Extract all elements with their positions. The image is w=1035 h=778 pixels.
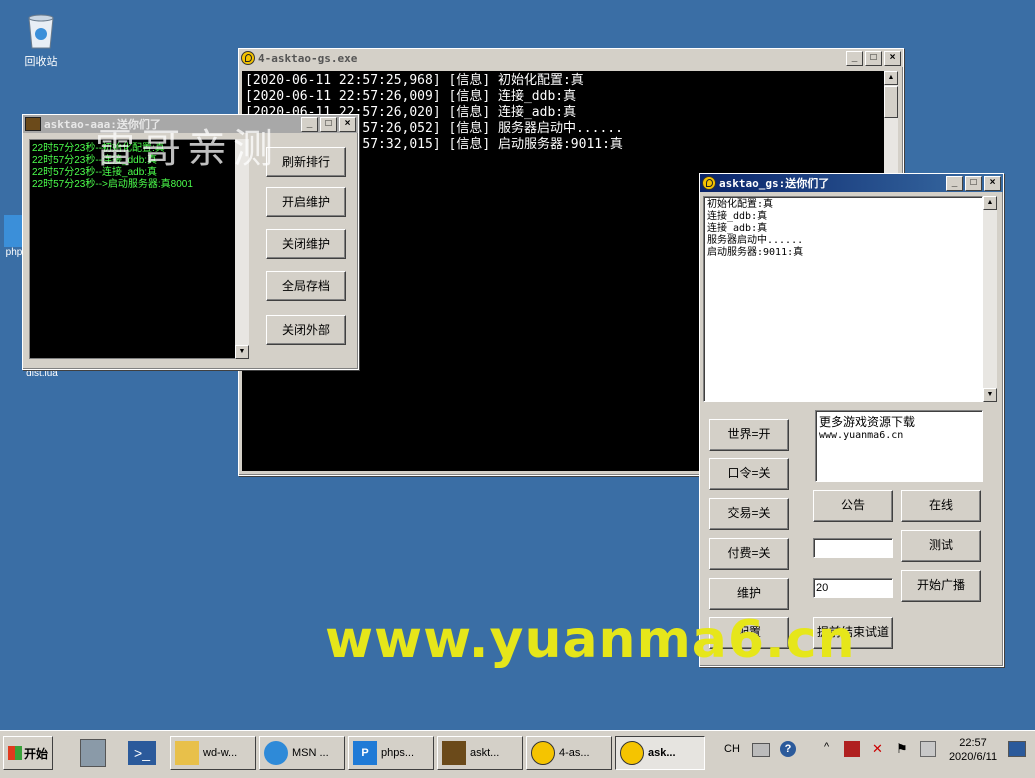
taskbar-item-label: phps... [381, 747, 415, 759]
notice-line: 更多游戏资源下载 [819, 415, 916, 429]
gs-log-line: 服务器启动中...... [707, 235, 804, 246]
recycle-bin-label: 回收站 [24, 56, 58, 68]
taskbar-item-asktao-aaa[interactable]: askt... [437, 736, 523, 770]
console-title: 4-asktao-gs.exe [258, 51, 358, 65]
online-button[interactable]: 在线 [901, 490, 981, 522]
taskbar-item-label: 4-as... [559, 747, 590, 759]
taskbar-item-label: wd-w... [203, 747, 238, 759]
world-toggle-button[interactable]: 世界=开 [709, 419, 789, 451]
folder-icon [175, 741, 199, 765]
powershell-icon[interactable]: >_ [128, 741, 156, 765]
start-button[interactable]: 开始 [3, 736, 53, 770]
console-line: [2020-06-11 22:57:25,968] [信息] 初始化配置:真 [245, 73, 584, 88]
watermark-overlay-text: 雷哥亲测 [95, 126, 279, 172]
enable-maintenance-button[interactable]: 开启维护 [266, 187, 346, 217]
minimize-button[interactable]: _ [946, 175, 963, 191]
network-icon[interactable] [920, 741, 936, 757]
file-icon [4, 215, 24, 247]
tray-expand-icon[interactable]: ^ [824, 741, 829, 753]
gs-log-line: 连接_ddb:真 [707, 211, 768, 222]
console-line: [2020-06-11 22:57:26,009] [信息] 连接_ddb:真 [245, 89, 577, 104]
game-logo-icon [442, 741, 466, 765]
notice-line: www.yuanma6.cn [819, 430, 904, 441]
gs-log-line: 连接_adb:真 [707, 223, 768, 234]
command-input[interactable] [813, 538, 893, 558]
show-desktop-icon[interactable] [1008, 741, 1026, 757]
server-manager-icon[interactable] [80, 739, 106, 767]
taskbar-item-asktao-gs-exe[interactable]: 4-as... [526, 736, 612, 770]
game-tray-icon[interactable] [844, 741, 860, 757]
minimize-button[interactable]: _ [846, 50, 863, 66]
gs-log[interactable]: 初始化配置:真 连接_ddb:真 连接_adb:真 服务器启动中...... 启… [703, 196, 983, 402]
gs-title: asktao_gs:送你们了 [719, 177, 830, 190]
app-icon [702, 176, 716, 190]
maximize-button[interactable]: □ [865, 50, 882, 66]
language-indicator[interactable]: CH [724, 743, 740, 755]
game-logo-icon [25, 117, 41, 131]
close-button[interactable]: × [339, 116, 356, 132]
password-toggle-button[interactable]: 口令=关 [709, 458, 789, 490]
recycle-bin-icon[interactable]: 回收站 [16, 10, 66, 69]
help-icon[interactable]: ? [780, 741, 796, 757]
app-icon [241, 51, 255, 65]
gs-log-line: 启动服务器:9011:真 [707, 247, 804, 258]
taskbar-item-explorer[interactable]: wd-w... [170, 736, 256, 770]
disable-maintenance-button[interactable]: 关闭维护 [266, 229, 346, 259]
aaa-log-line: 22时57分23秒-->启动服务器:真8001 [32, 179, 193, 190]
taskbar-item-label: MSN ... [292, 747, 329, 759]
maximize-button[interactable]: □ [965, 175, 982, 191]
maintenance-button[interactable]: 维护 [709, 578, 789, 610]
taskbar-item-phpstudy[interactable]: P phps... [348, 736, 434, 770]
app-icon [620, 741, 644, 765]
trash-icon [28, 14, 54, 49]
clock-date: 2020/6/11 [948, 751, 998, 763]
close-external-button[interactable]: 关闭外部 [266, 315, 346, 345]
start-broadcast-button[interactable]: 开始广播 [901, 570, 981, 602]
volume-muted-icon[interactable]: ✕ [872, 741, 888, 757]
flag-icon[interactable]: ⚑ [896, 741, 912, 757]
maximize-button[interactable]: □ [320, 116, 337, 132]
taskbar-item-label: ask... [648, 747, 676, 759]
clock-time: 22:57 [959, 737, 987, 749]
scroll-down-icon[interactable]: ▼ [235, 345, 249, 359]
keyboard-icon[interactable] [752, 743, 770, 757]
broadcast-interval-input[interactable]: 20 [813, 578, 893, 598]
console-titlebar[interactable]: 4-asktao-gs.exe _ □ × [239, 49, 903, 67]
start-label: 开始 [24, 746, 49, 761]
taskbar: 开始 >_ wd-w... MSN ... P phps... askt... … [0, 730, 1035, 778]
announce-button[interactable]: 公告 [813, 490, 893, 522]
close-button[interactable]: × [984, 175, 1001, 191]
scroll-up-icon[interactable]: ▲ [884, 71, 898, 85]
windows-logo-icon [8, 746, 22, 760]
gs-window[interactable]: asktao_gs:送你们了 _ □ × 初始化配置:真 连接_ddb:真 连接… [699, 173, 1004, 667]
watermark-url: www.yuanma6.cn [325, 610, 856, 670]
taskbar-item-ie[interactable]: MSN ... [259, 736, 345, 770]
taskbar-item-label: askt... [470, 747, 500, 759]
scroll-down-icon[interactable]: ▼ [983, 388, 997, 402]
gs-titlebar[interactable]: asktao_gs:送你们了 _ □ × [700, 174, 1003, 192]
phpstudy-icon: P [353, 741, 377, 765]
app-icon [531, 741, 555, 765]
clock[interactable]: 22:57 2020/6/11 [944, 736, 1002, 764]
close-button[interactable]: × [884, 50, 901, 66]
minimize-button[interactable]: _ [301, 116, 318, 132]
taskbar-item-asktao-gs[interactable]: ask... [615, 736, 705, 770]
desktop: { "desktop":{"icons":[{"label":"回收站"},{"… [0, 0, 1035, 778]
test-button[interactable]: 测试 [901, 530, 981, 562]
trade-toggle-button[interactable]: 交易=关 [709, 498, 789, 530]
gs-log-line: 初始化配置:真 [707, 199, 774, 210]
scroll-up-icon[interactable]: ▲ [983, 196, 997, 210]
internet-explorer-icon [264, 741, 288, 765]
paid-toggle-button[interactable]: 付费=关 [709, 538, 789, 570]
scroll-thumb[interactable] [884, 86, 898, 118]
global-save-button[interactable]: 全局存档 [266, 271, 346, 301]
notice-textarea[interactable]: 更多游戏资源下载 www.yuanma6.cn [815, 410, 983, 482]
gs-scrollbar[interactable]: ▲ ▼ [983, 196, 997, 402]
